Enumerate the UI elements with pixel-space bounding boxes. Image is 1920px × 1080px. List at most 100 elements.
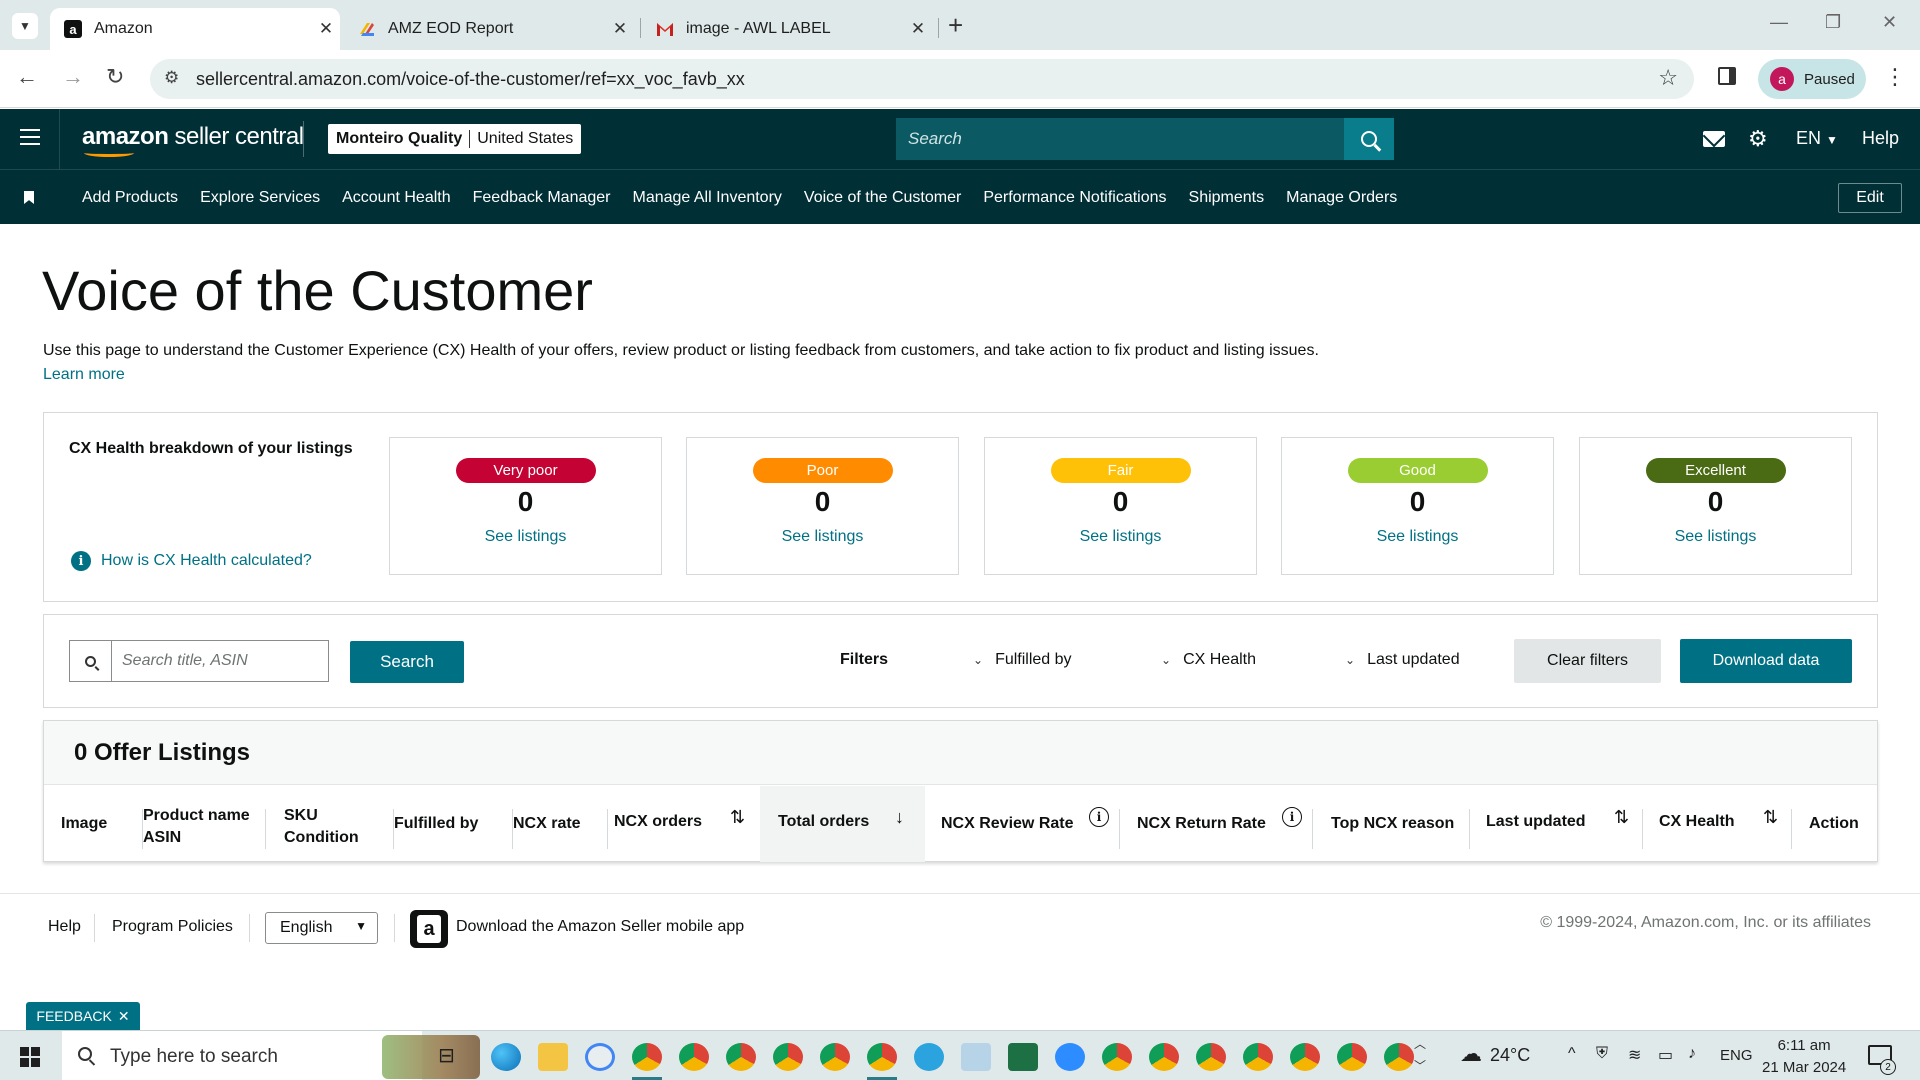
- file-explorer-icon[interactable]: [538, 1043, 568, 1071]
- snipping-tool-icon[interactable]: [585, 1043, 615, 1071]
- chrome-profile-icon[interactable]: [1149, 1043, 1179, 1071]
- download-app-link[interactable]: Download the Amazon Seller mobile app: [456, 918, 744, 936]
- store-switcher[interactable]: Monteiro Quality United States: [328, 124, 582, 154]
- edit-bookmarks-button[interactable]: Edit: [1838, 183, 1902, 213]
- close-tab-icon[interactable]: ✕: [312, 19, 340, 39]
- excel-icon[interactable]: [1008, 1043, 1038, 1071]
- last-updated-dropdown[interactable]: ⌄ Last updated: [1345, 651, 1460, 669]
- header-help-link[interactable]: Help: [1862, 128, 1899, 149]
- see-listings-link[interactable]: See listings: [1282, 528, 1553, 546]
- close-tab-icon[interactable]: ✕: [904, 19, 932, 39]
- info-icon[interactable]: i: [1282, 807, 1302, 827]
- zoom-icon[interactable]: [1055, 1043, 1085, 1071]
- feedback-tab[interactable]: FEEDBACK ✕: [26, 1002, 140, 1030]
- chrome-profile-icon[interactable]: [1243, 1043, 1273, 1071]
- sort-icon[interactable]: ⇅: [1763, 807, 1778, 828]
- edge-icon[interactable]: [491, 1043, 521, 1071]
- chrome-profile-icon[interactable]: [1290, 1043, 1320, 1071]
- language-selector[interactable]: EN ▼: [1796, 128, 1838, 149]
- close-window-icon[interactable]: ✕: [1882, 12, 1897, 33]
- back-arrow-icon[interactable]: ←: [16, 64, 38, 90]
- see-listings-link[interactable]: See listings: [390, 528, 661, 546]
- tab-search-chevron-icon[interactable]: ▼: [12, 13, 38, 39]
- fulfilled-by-dropdown[interactable]: ⌄ Fulfilled by: [973, 651, 1072, 669]
- col-last-updated[interactable]: Last updated: [1486, 811, 1586, 833]
- chrome-profile-icon[interactable]: [867, 1043, 897, 1071]
- info-icon[interactable]: i: [1089, 807, 1109, 827]
- chrome-profile-icon[interactable]: [632, 1043, 662, 1071]
- settings-gear-icon[interactable]: ⚙: [1748, 126, 1768, 152]
- nav-feedback-manager[interactable]: Feedback Manager: [473, 189, 611, 207]
- input-language[interactable]: ENG: [1720, 1047, 1753, 1064]
- global-search-input[interactable]: [896, 118, 1344, 160]
- sort-descending-icon[interactable]: ↓: [895, 807, 904, 828]
- chrome-profile-icon[interactable]: [679, 1043, 709, 1071]
- see-listings-link[interactable]: See listings: [985, 528, 1256, 546]
- chrome-profile-icon[interactable]: [1196, 1043, 1226, 1071]
- nav-account-health[interactable]: Account Health: [342, 189, 451, 207]
- tab-image-awl-label[interactable]: image - AWL LABEL ✕: [642, 8, 932, 50]
- nav-manage-orders[interactable]: Manage Orders: [1286, 189, 1397, 207]
- new-tab-plus-icon[interactable]: +: [948, 12, 963, 38]
- nav-performance-notifications[interactable]: Performance Notifications: [983, 189, 1166, 207]
- profile-button[interactable]: a Paused: [1758, 59, 1866, 99]
- hamburger-menu-icon[interactable]: [20, 129, 40, 150]
- task-view-icon[interactable]: ⊟: [438, 1043, 455, 1068]
- sort-icon[interactable]: ⇅: [730, 807, 745, 828]
- learn-more-link[interactable]: Learn more: [43, 366, 125, 384]
- minimize-icon[interactable]: —: [1770, 12, 1788, 33]
- windows-start-icon[interactable]: [20, 1047, 40, 1067]
- telegram-icon[interactable]: [914, 1043, 944, 1071]
- amazon-seller-app-icon[interactable]: a: [410, 910, 448, 948]
- tab-amz-eod-report[interactable]: AMZ EOD Report ✕: [344, 8, 634, 50]
- col-total-orders[interactable]: Total orders: [778, 811, 869, 833]
- chrome-profile-icon[interactable]: [820, 1043, 850, 1071]
- security-shield-icon[interactable]: ⛨: [1596, 1045, 1608, 1063]
- footer-language-select[interactable]: English ▼: [265, 912, 378, 944]
- forward-arrow-icon[interactable]: →: [62, 64, 84, 90]
- download-data-button[interactable]: Download data: [1680, 639, 1852, 683]
- cx-health-info-link[interactable]: i How is CX Health calculated?: [71, 551, 312, 571]
- nav-manage-all-inventory[interactable]: Manage All Inventory: [632, 189, 781, 207]
- show-hidden-icons-chevron-icon[interactable]: ^: [1568, 1045, 1576, 1063]
- col-cx-health[interactable]: CX Health: [1659, 811, 1735, 833]
- taskbar-scroll-arrows[interactable]: ︿ ﹀: [1414, 1033, 1426, 1077]
- battery-icon[interactable]: ▭: [1658, 1045, 1673, 1065]
- close-tab-icon[interactable]: ✕: [606, 19, 634, 39]
- site-settings-icon[interactable]: ⚙: [164, 68, 179, 88]
- see-listings-link[interactable]: See listings: [687, 528, 958, 546]
- nav-add-products[interactable]: Add Products: [82, 189, 178, 207]
- notepad-icon[interactable]: [961, 1043, 991, 1071]
- bookmark-icon[interactable]: [24, 191, 34, 204]
- taskbar-search-box[interactable]: Type here to search: [62, 1031, 480, 1080]
- close-icon[interactable]: ✕: [118, 1008, 130, 1025]
- nav-explore-services[interactable]: Explore Services: [200, 189, 320, 207]
- volume-icon[interactable]: ♪: [1688, 1045, 1696, 1063]
- chrome-profile-icon[interactable]: [1337, 1043, 1367, 1071]
- program-policies-link[interactable]: Program Policies: [112, 918, 233, 936]
- see-listings-link[interactable]: See listings: [1580, 528, 1851, 546]
- restore-icon[interactable]: ❐: [1825, 12, 1841, 33]
- nav-shipments[interactable]: Shipments: [1189, 189, 1265, 207]
- col-ncx-orders[interactable]: NCX orders: [614, 811, 702, 833]
- seller-central-logo[interactable]: amazon seller central: [82, 123, 304, 151]
- sort-icon[interactable]: ⇅: [1614, 807, 1629, 828]
- clear-filters-button[interactable]: Clear filters: [1514, 639, 1661, 683]
- listing-search-input[interactable]: [111, 640, 329, 682]
- reload-icon[interactable]: ↻: [106, 64, 124, 90]
- listing-search-button[interactable]: Search: [350, 641, 464, 683]
- wifi-icon[interactable]: ≋: [1628, 1045, 1641, 1065]
- bookmark-star-icon[interactable]: ☆: [1658, 65, 1678, 91]
- chrome-profile-icon[interactable]: [773, 1043, 803, 1071]
- footer-help-link[interactable]: Help: [48, 918, 81, 936]
- temperature[interactable]: 24°C: [1490, 1045, 1530, 1066]
- weather-cloud-icon[interactable]: ☁: [1460, 1041, 1482, 1067]
- global-search-button[interactable]: [1344, 118, 1394, 160]
- chrome-profile-icon[interactable]: [1384, 1043, 1414, 1071]
- system-clock[interactable]: 6:11 am 21 Mar 2024: [1762, 1035, 1846, 1079]
- side-panel-icon[interactable]: [1718, 67, 1736, 85]
- omnibox[interactable]: ⚙ sellercentral.amazon.com/voice-of-the-…: [150, 59, 1694, 99]
- cx-health-dropdown[interactable]: ⌄ CX Health: [1161, 651, 1256, 669]
- chrome-profile-icon[interactable]: [726, 1043, 756, 1071]
- url-text[interactable]: sellercentral.amazon.com/voice-of-the-cu…: [196, 69, 745, 90]
